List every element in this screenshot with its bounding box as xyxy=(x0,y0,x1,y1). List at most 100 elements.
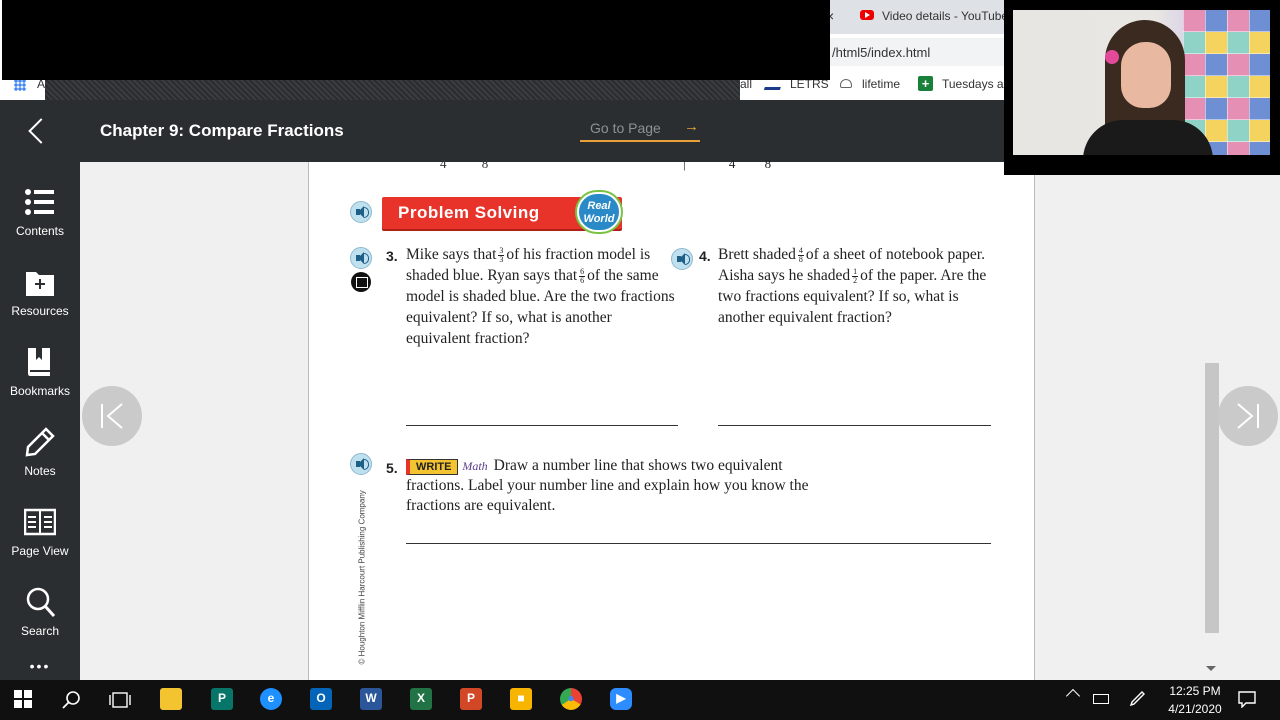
black-overlay xyxy=(2,0,830,80)
sidebar-item-bookmarks[interactable]: Bookmarks xyxy=(0,330,80,410)
bookmark-lifetime[interactable]: lifetime xyxy=(862,77,900,91)
sidebar-item-label: Resources xyxy=(11,304,69,318)
hair-flower xyxy=(1105,50,1119,64)
save-icon[interactable] xyxy=(351,272,371,292)
denominator: 6 xyxy=(580,275,585,285)
chrome-icon[interactable]: ● xyxy=(560,688,582,710)
fraction: 48 xyxy=(797,246,804,264)
audio-speaker-icon[interactable] xyxy=(350,453,372,475)
audio-speaker-icon[interactable] xyxy=(350,247,372,269)
back-button[interactable] xyxy=(0,100,80,162)
next-page-button[interactable] xyxy=(1218,386,1278,446)
question-3-text: Mike says that 3 3 of his fraction model is… xyxy=(406,244,678,349)
chapter-title: Chapter 9: Compare Fractions xyxy=(100,121,344,140)
denominator: 2 xyxy=(853,275,858,285)
sidebar: Contents Resources Bookmarks Notes Page … xyxy=(0,162,80,680)
answer-line xyxy=(406,543,991,544)
sidebar-item-label: Search xyxy=(20,624,60,638)
fraction-digit: 4 xyxy=(728,156,736,171)
search-icon xyxy=(26,587,56,618)
publisher-icon[interactable]: P xyxy=(211,688,233,710)
fraction-digit: 4 xyxy=(440,156,447,171)
question-text: Mike says that xyxy=(406,246,497,263)
sidebar-item-resources[interactable]: Resources xyxy=(0,250,80,330)
internet-explorer-icon[interactable]: e xyxy=(260,688,282,710)
file-explorer-icon[interactable] xyxy=(160,688,182,710)
windows-start-icon[interactable] xyxy=(14,690,32,708)
go-to-page-label: Go to Page xyxy=(590,120,661,136)
previous-page-button[interactable] xyxy=(82,386,142,446)
chevron-left-icon xyxy=(101,403,123,429)
sticky-notes-icon[interactable]: ■ xyxy=(510,688,532,710)
pencil-icon xyxy=(25,427,55,457)
copyright-text: © Houghton Mifflin Harcourt Publishing C… xyxy=(357,490,367,665)
denominator: 3 xyxy=(499,254,504,264)
sidebar-item-label: Contents xyxy=(15,224,65,238)
scroll-down-icon[interactable] xyxy=(1206,666,1216,671)
excel-icon[interactable]: X xyxy=(410,688,432,710)
math-label: Math xyxy=(462,459,488,473)
bookmark-book-icon xyxy=(28,348,50,376)
powerpoint-icon[interactable]: P xyxy=(460,688,482,710)
sidebar-item-label: Page View xyxy=(11,544,69,558)
arrow-right-icon[interactable]: → xyxy=(684,118,699,135)
tick-mark: | xyxy=(683,156,686,171)
person-body xyxy=(1083,120,1213,155)
answer-line xyxy=(718,425,991,426)
fraction: 33 xyxy=(498,246,505,264)
chevron-right-icon xyxy=(1237,403,1259,429)
sidebar-item-page-view[interactable]: Page View xyxy=(0,490,80,570)
fraction-digit: 8 xyxy=(481,156,489,171)
sidebar-item-notes[interactable]: Notes xyxy=(0,410,80,490)
clock-date[interactable]: 4/21/2020 xyxy=(1162,702,1228,716)
question-number: 3. xyxy=(386,248,398,264)
cloud-icon xyxy=(840,79,852,88)
question-5-text: WRITE Math Draw a number line that shows … xyxy=(406,456,816,516)
apps-grid-icon[interactable] xyxy=(14,79,26,91)
answer-line xyxy=(406,425,678,426)
person-face xyxy=(1121,42,1171,108)
word-icon[interactable]: W xyxy=(360,688,382,710)
more-options-icon[interactable]: ••• xyxy=(0,658,80,674)
write-math-badge: WRITE xyxy=(406,459,459,475)
textbook-page xyxy=(308,162,1035,680)
denominator: 8 xyxy=(798,254,803,264)
zoom-icon[interactable]: ▶ xyxy=(610,688,632,710)
audio-speaker-icon[interactable] xyxy=(671,248,693,270)
fraction: 66 xyxy=(579,267,586,285)
question-number: 4. xyxy=(699,248,711,264)
contents-list-icon xyxy=(25,189,54,215)
windows-taskbar xyxy=(0,680,1280,720)
bookmark-tuesdays[interactable]: Tuesdays ar xyxy=(942,77,1008,91)
page-view-icon xyxy=(24,508,56,536)
scrollbar-thumb[interactable] xyxy=(1205,363,1219,633)
problem-solving-label: Problem Solving xyxy=(398,203,540,222)
go-to-page-input[interactable]: Go to Page → xyxy=(580,118,700,142)
task-view-icon[interactable] xyxy=(109,690,131,710)
hatched-strip xyxy=(45,80,740,100)
sidebar-item-contents[interactable]: Contents xyxy=(0,170,80,250)
clock-time[interactable]: 12:25 PM xyxy=(1165,684,1225,698)
question-4-text: Brett shaded 4 8 of a sheet of notebook pap… xyxy=(718,244,990,328)
question-text: Brett shaded xyxy=(718,246,796,263)
taskbar-search-icon[interactable] xyxy=(62,690,82,710)
sidebar-item-label: Notes xyxy=(24,464,56,478)
notifications-icon[interactable] xyxy=(1238,690,1256,708)
question-number: 5. xyxy=(386,460,398,476)
real-world-badge: Real World xyxy=(577,192,621,232)
pen-icon[interactable] xyxy=(1128,690,1146,708)
sidebar-item-search[interactable]: Search xyxy=(0,570,80,650)
fraction: 12 xyxy=(852,267,859,285)
plus-calendar-icon: + xyxy=(918,76,933,91)
outlook-icon[interactable]: O xyxy=(310,688,332,710)
url-text[interactable]: /html5/index.html xyxy=(832,45,930,60)
folder-plus-icon xyxy=(26,272,54,296)
battery-icon[interactable] xyxy=(1093,694,1109,704)
fraction-digit: 8 xyxy=(764,156,772,171)
cut-off-fractions-left: 4 8 xyxy=(440,156,488,172)
webcam-video xyxy=(1013,10,1270,155)
audio-speaker-icon[interactable] xyxy=(350,201,372,223)
tab-title[interactable]: Video details - YouTube xyxy=(882,9,1008,23)
sidebar-item-label: Bookmarks xyxy=(9,384,71,398)
cut-off-fractions-right: | 4 8 xyxy=(683,156,771,172)
